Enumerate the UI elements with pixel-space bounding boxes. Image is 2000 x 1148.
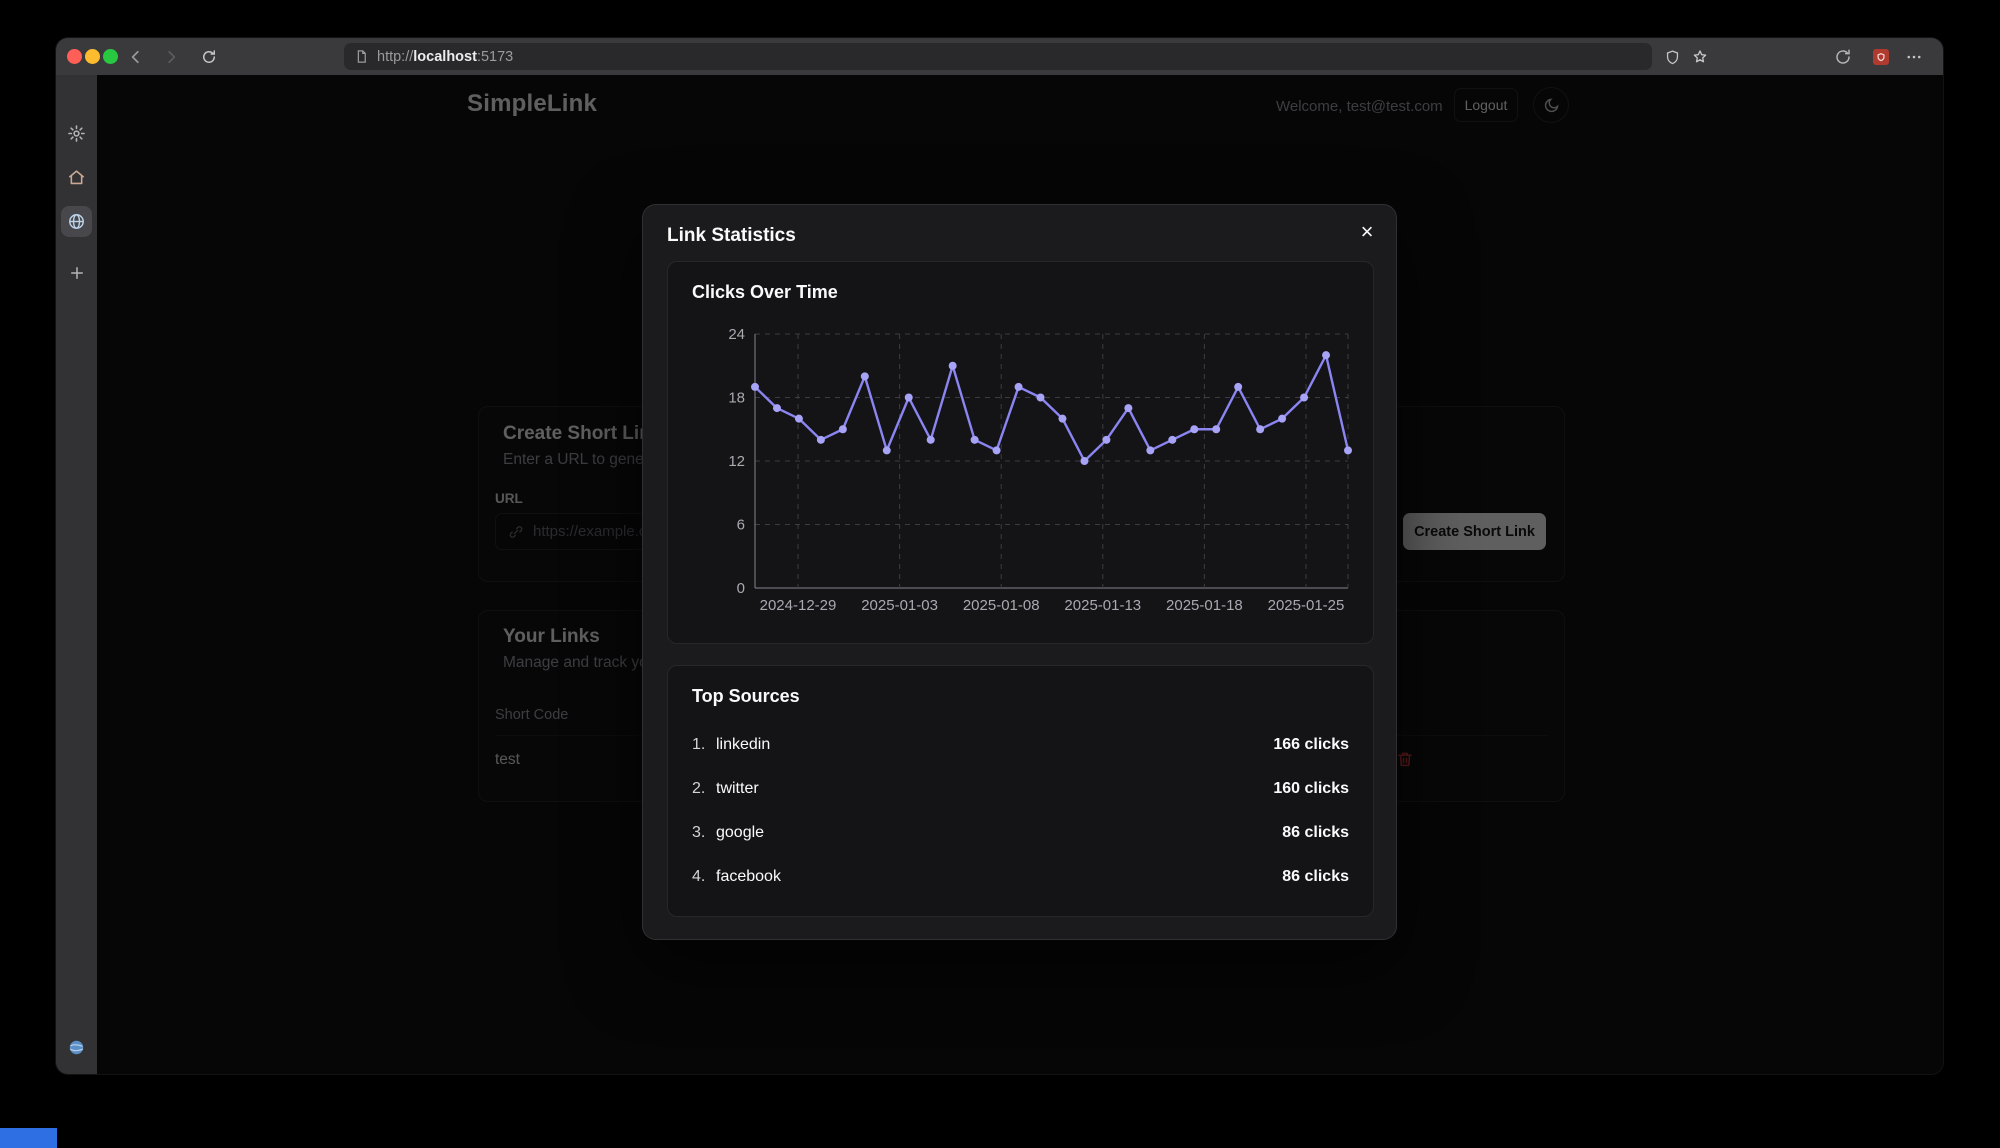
svg-text:2025-01-18: 2025-01-18 bbox=[1166, 597, 1243, 614]
home-icon bbox=[67, 168, 86, 187]
svg-text:24: 24 bbox=[728, 326, 745, 343]
source-rank: 4. bbox=[692, 868, 716, 886]
source-clicks: 160 clicks bbox=[1273, 780, 1349, 798]
reload-button[interactable] bbox=[198, 46, 220, 68]
svg-text:2025-01-08: 2025-01-08 bbox=[963, 597, 1040, 614]
page-content: SimpleLink Welcome, test@test.com Logout… bbox=[97, 75, 1943, 1074]
desktop: http://localhost:5173 bbox=[0, 0, 2000, 1148]
source-rank: 1. bbox=[692, 736, 716, 754]
clicks-over-time-card: Clicks Over Time 0 6 12 18 24 2024-12-29 2025-… bbox=[667, 261, 1374, 644]
planet-icon bbox=[67, 1038, 86, 1057]
address-bar[interactable]: http://localhost:5173 bbox=[344, 43, 1652, 70]
active-tab-globe-button[interactable] bbox=[66, 211, 87, 232]
svg-text:18: 18 bbox=[728, 390, 745, 407]
plus-icon bbox=[68, 264, 86, 282]
adblock-extension-button[interactable] bbox=[1870, 46, 1892, 68]
source-row: 1. linkedin 166 clicks bbox=[692, 723, 1349, 767]
bookmark-star-button[interactable] bbox=[1689, 46, 1711, 68]
source-row: 2. twitter 160 clicks bbox=[692, 767, 1349, 811]
source-row: 4. facebook 86 clicks bbox=[692, 855, 1349, 899]
source-clicks: 86 clicks bbox=[1282, 824, 1349, 842]
globe-icon bbox=[67, 212, 86, 231]
shield-icon bbox=[1664, 49, 1681, 66]
source-name: facebook bbox=[716, 868, 781, 886]
window-close-button[interactable] bbox=[67, 49, 82, 64]
desktop-fragment bbox=[0, 1128, 57, 1148]
link-statistics-modal: Link Statistics × Clicks Over Time 0 6 12 1… bbox=[642, 204, 1397, 940]
window-minimize-button[interactable] bbox=[85, 49, 100, 64]
workspace-planet-button[interactable] bbox=[66, 1037, 87, 1058]
modal-title: Link Statistics bbox=[667, 225, 796, 247]
svg-text:0: 0 bbox=[737, 580, 745, 597]
back-button[interactable] bbox=[125, 46, 147, 68]
url-text: http://localhost:5173 bbox=[377, 49, 513, 65]
source-name: google bbox=[716, 824, 764, 842]
star-icon bbox=[1691, 48, 1709, 66]
top-sources-card: Top Sources 1. linkedin 166 clicks 2. tw… bbox=[667, 665, 1374, 917]
source-clicks: 166 clicks bbox=[1273, 736, 1349, 754]
modal-close-button[interactable]: × bbox=[1352, 217, 1382, 247]
source-name: twitter bbox=[716, 780, 759, 798]
source-row: 3. google 86 clicks bbox=[692, 811, 1349, 855]
clicks-chart: 0 6 12 18 24 2024-12-29 2025-01-03 2025-01-08 20… bbox=[692, 324, 1362, 614]
window-zoom-button[interactable] bbox=[103, 49, 118, 64]
source-name: linkedin bbox=[716, 736, 770, 754]
new-tab-button[interactable] bbox=[66, 262, 87, 283]
svg-text:2025-01-13: 2025-01-13 bbox=[1064, 597, 1141, 614]
reload-icon bbox=[200, 48, 218, 66]
top-sources-title: Top Sources bbox=[692, 686, 800, 707]
source-clicks: 86 clicks bbox=[1282, 868, 1349, 886]
sync-icon bbox=[1834, 48, 1852, 66]
browser-menu-button[interactable] bbox=[1903, 46, 1925, 68]
tracking-shield-button[interactable] bbox=[1661, 46, 1683, 68]
gear-icon bbox=[67, 124, 86, 143]
svg-text:6: 6 bbox=[737, 517, 745, 534]
settings-button[interactable] bbox=[66, 123, 87, 144]
top-sources-list: 1. linkedin 166 clicks 2. twitter 160 cl… bbox=[692, 723, 1349, 899]
chart-title: Clicks Over Time bbox=[692, 282, 838, 303]
browser-toolbar: http://localhost:5173 bbox=[56, 38, 1943, 75]
source-rank: 3. bbox=[692, 824, 716, 842]
forward-button[interactable] bbox=[160, 46, 182, 68]
page-icon bbox=[354, 49, 369, 64]
source-rank: 2. bbox=[692, 780, 716, 798]
forward-icon bbox=[162, 48, 180, 66]
ellipsis-icon bbox=[1905, 48, 1923, 66]
home-button[interactable] bbox=[66, 167, 87, 188]
sync-button[interactable] bbox=[1832, 46, 1854, 68]
svg-text:2024-12-29: 2024-12-29 bbox=[760, 597, 837, 614]
adblock-extension-icon bbox=[1873, 49, 1889, 65]
svg-text:2025-01-03: 2025-01-03 bbox=[861, 597, 938, 614]
back-icon bbox=[127, 48, 145, 66]
browser-sidebar bbox=[56, 75, 97, 1074]
svg-text:12: 12 bbox=[728, 453, 745, 470]
browser-window: http://localhost:5173 bbox=[56, 38, 1943, 1074]
svg-text:2025-01-25: 2025-01-25 bbox=[1268, 597, 1345, 614]
